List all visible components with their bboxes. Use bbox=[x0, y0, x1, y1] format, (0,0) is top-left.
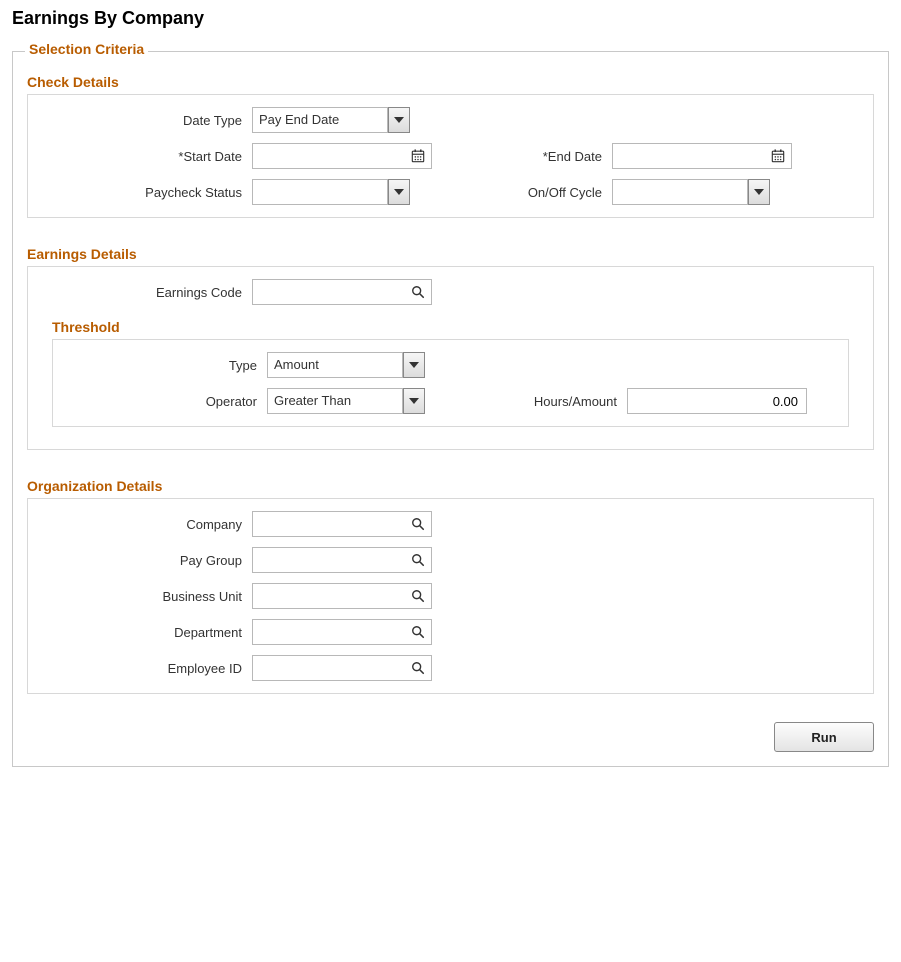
earnings-code-input[interactable] bbox=[252, 279, 432, 305]
date-type-select[interactable]: Pay End Date bbox=[252, 107, 388, 133]
employee-id-label: Employee ID bbox=[42, 661, 252, 676]
search-icon[interactable] bbox=[410, 588, 426, 604]
cycle-select[interactable] bbox=[612, 179, 748, 205]
end-date-label: *End Date bbox=[432, 149, 612, 164]
chevron-down-icon[interactable] bbox=[388, 107, 410, 133]
earnings-details-box: Earnings Code Threshold Type Amount bbox=[27, 266, 874, 450]
cycle-label: On/Off Cycle bbox=[432, 185, 612, 200]
chevron-down-icon[interactable] bbox=[388, 179, 410, 205]
page-title: Earnings By Company bbox=[12, 8, 889, 29]
threshold-title: Threshold bbox=[52, 319, 859, 335]
check-details-section: Check Details Date Type Pay End Date *St… bbox=[27, 74, 874, 218]
calendar-icon[interactable] bbox=[770, 148, 786, 164]
search-icon[interactable] bbox=[410, 660, 426, 676]
end-date-input[interactable] bbox=[612, 143, 792, 169]
organization-details-section: Organization Details Company Pay Group bbox=[27, 478, 874, 694]
paycheck-status-label: Paycheck Status bbox=[42, 185, 252, 200]
threshold-type-label: Type bbox=[67, 358, 267, 373]
selection-criteria-panel: Selection Criteria Check Details Date Ty… bbox=[12, 51, 889, 767]
search-icon[interactable] bbox=[410, 516, 426, 532]
organization-details-title: Organization Details bbox=[27, 478, 874, 494]
check-details-box: Date Type Pay End Date *Start Date *En bbox=[27, 94, 874, 218]
threshold-type-select[interactable]: Amount bbox=[267, 352, 403, 378]
organization-details-box: Company Pay Group Busi bbox=[27, 498, 874, 694]
search-icon[interactable] bbox=[410, 284, 426, 300]
check-details-title: Check Details bbox=[27, 74, 874, 90]
earnings-details-title: Earnings Details bbox=[27, 246, 874, 262]
employee-id-input[interactable] bbox=[252, 655, 432, 681]
calendar-icon[interactable] bbox=[410, 148, 426, 164]
hours-amount-label: Hours/Amount bbox=[447, 394, 627, 409]
chevron-down-icon[interactable] bbox=[403, 388, 425, 414]
hours-amount-input[interactable] bbox=[627, 388, 807, 414]
paycheck-status-select[interactable] bbox=[252, 179, 388, 205]
date-type-label: Date Type bbox=[42, 113, 252, 128]
pay-group-label: Pay Group bbox=[42, 553, 252, 568]
earnings-details-section: Earnings Details Earnings Code Threshold… bbox=[27, 246, 874, 450]
operator-label: Operator bbox=[67, 394, 267, 409]
run-button[interactable]: Run bbox=[774, 722, 874, 752]
threshold-box: Type Amount Operator Greater Than bbox=[52, 339, 849, 427]
search-icon[interactable] bbox=[410, 624, 426, 640]
pay-group-input[interactable] bbox=[252, 547, 432, 573]
company-label: Company bbox=[42, 517, 252, 532]
chevron-down-icon[interactable] bbox=[748, 179, 770, 205]
earnings-code-label: Earnings Code bbox=[42, 285, 252, 300]
start-date-input[interactable] bbox=[252, 143, 432, 169]
department-input[interactable] bbox=[252, 619, 432, 645]
operator-select[interactable]: Greater Than bbox=[267, 388, 403, 414]
search-icon[interactable] bbox=[410, 552, 426, 568]
business-unit-input[interactable] bbox=[252, 583, 432, 609]
business-unit-label: Business Unit bbox=[42, 589, 252, 604]
company-input[interactable] bbox=[252, 511, 432, 537]
selection-criteria-label: Selection Criteria bbox=[25, 41, 148, 57]
chevron-down-icon[interactable] bbox=[403, 352, 425, 378]
department-label: Department bbox=[42, 625, 252, 640]
start-date-label: *Start Date bbox=[42, 149, 252, 164]
